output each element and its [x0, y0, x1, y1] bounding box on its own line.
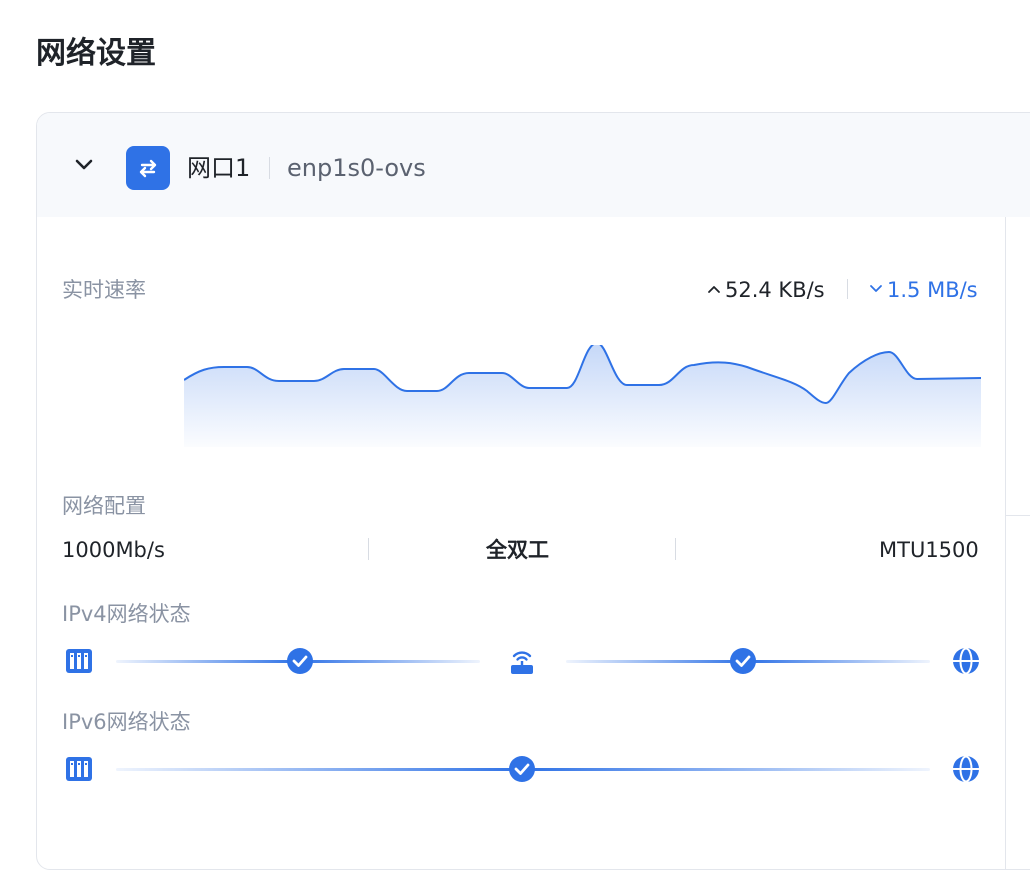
- server-icon: [64, 754, 94, 784]
- ipv6-status-row: [37, 749, 1005, 789]
- sparkline-area: [184, 345, 981, 447]
- arrow-down-icon: [870, 285, 882, 292]
- page-title: 网络设置: [36, 36, 156, 71]
- download-rate: 1.5 MB/s: [869, 275, 978, 305]
- ipv6-label: IPv6网络状态: [62, 710, 191, 734]
- config-mtu: MTU1500: [879, 538, 979, 562]
- check-circle-icon: [729, 647, 757, 675]
- globe-icon: [951, 754, 981, 784]
- chevron-down-icon[interactable]: [73, 153, 95, 175]
- header-divider: [269, 157, 270, 179]
- globe-icon: [951, 646, 981, 676]
- upload-rate-value: 52.4 KB/s: [725, 278, 825, 302]
- config-divider: [675, 538, 676, 560]
- router-icon: [507, 646, 537, 676]
- server-icon: [64, 646, 94, 676]
- config-duplex: 全双工: [486, 538, 549, 562]
- rate-label: 实时速率: [62, 278, 146, 302]
- config-divider: [368, 538, 369, 560]
- config-speed: 1000Mb/s: [62, 538, 165, 562]
- ipv4-label: IPv4网络状态: [62, 602, 191, 626]
- interface-card: 网口1 enp1s0-ovs 实时速率 52.4 KB/s 1.5 MB/s 网…: [36, 112, 1030, 870]
- side-panel-divider: [1006, 515, 1030, 516]
- arrow-up-icon: [708, 286, 720, 293]
- config-label: 网络配置: [62, 494, 146, 518]
- interface-name: 网口1: [187, 154, 251, 182]
- card-divider: [1005, 217, 1006, 869]
- interface-card-header[interactable]: 网口1 enp1s0-ovs: [37, 113, 1030, 217]
- check-circle-icon: [508, 755, 536, 783]
- download-rate-value: 1.5 MB/s: [887, 278, 978, 302]
- rate-sparkline: [184, 345, 981, 447]
- check-circle-icon: [286, 647, 314, 675]
- interface-device: enp1s0-ovs: [287, 154, 426, 182]
- swap-arrows-icon: [126, 146, 170, 190]
- ipv4-status-row: [37, 641, 1005, 681]
- upload-rate: 52.4 KB/s: [707, 275, 825, 305]
- rate-divider: [847, 279, 848, 299]
